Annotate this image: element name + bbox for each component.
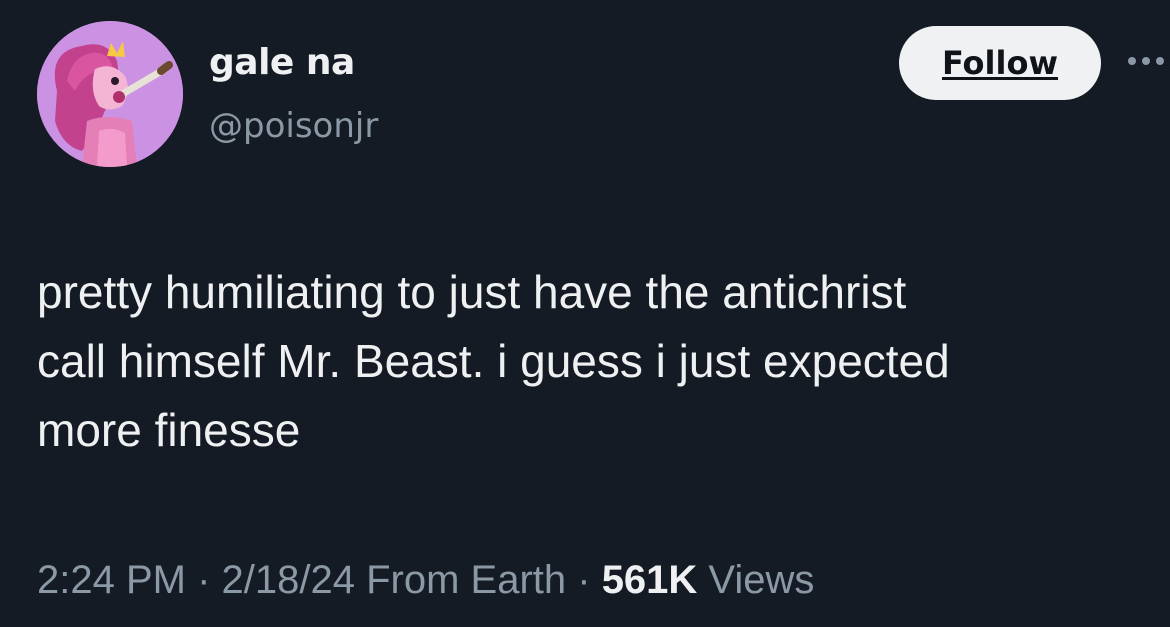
separator: · xyxy=(566,558,602,602)
tweet-text-line: more finesse xyxy=(37,404,301,456)
tweet-text-line: call himself Mr. Beast. i guess i just e… xyxy=(37,335,950,387)
display-name[interactable]: gale na xyxy=(209,42,355,83)
avatar[interactable] xyxy=(37,21,183,167)
views-label: Views xyxy=(697,558,815,602)
tweet-card: gale na @poisonjr Follow pretty humiliat… xyxy=(0,0,1170,627)
dot xyxy=(1156,57,1164,65)
follow-button[interactable]: Follow xyxy=(899,26,1101,100)
dot xyxy=(1128,57,1136,65)
separator: · xyxy=(185,558,222,602)
tweet-time[interactable]: 2:24 PM xyxy=(37,558,186,602)
tweet-text: pretty humiliating to just have the anti… xyxy=(37,258,1152,465)
tweet-source: From Earth xyxy=(354,558,567,602)
ellipsis-icon[interactable] xyxy=(1128,53,1168,69)
princess-bubblegum-avatar-icon xyxy=(37,21,183,167)
views-count: 561K xyxy=(601,558,698,602)
tweet-text-line: pretty humiliating to just have the anti… xyxy=(37,266,907,318)
tweet-date[interactable]: 2/18/24 xyxy=(222,558,355,602)
dot xyxy=(1142,57,1150,65)
tweet-meta: 2:24 PM · 2/18/24 From Earth · 561K View… xyxy=(37,558,814,603)
user-handle[interactable]: @poisonjr xyxy=(209,106,378,146)
